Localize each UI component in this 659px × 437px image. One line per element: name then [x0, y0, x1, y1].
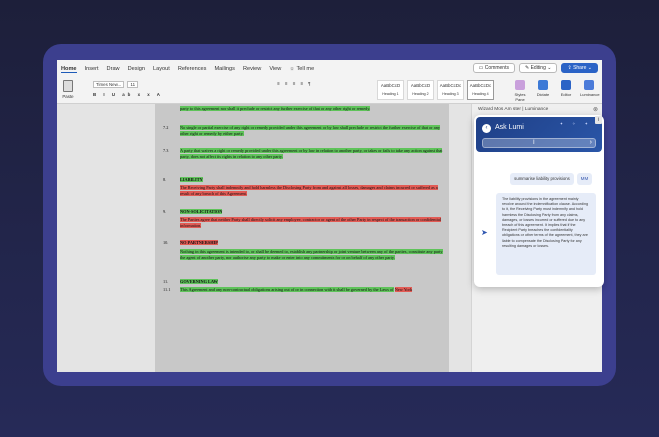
tab-insert[interactable]: Insert [85, 66, 99, 72]
document-area: party to this agreement nor shall it pre… [57, 104, 471, 372]
paste-button[interactable]: Paste [60, 80, 76, 99]
clause-text: No single or partial exercise of any rig… [180, 125, 443, 138]
menu-bar: Home Insert Draw Design Layout Reference… [57, 60, 602, 78]
clause-number: 7.2 [163, 125, 169, 130]
tab-design[interactable]: Design [128, 66, 145, 72]
clause-text: Nothing in this agreement is intended to… [180, 249, 443, 262]
tab-layout[interactable]: Layout [153, 66, 170, 72]
style-heading-1[interactable]: AaBbCcD Heading 1 [377, 80, 404, 100]
green-highlight: party to this agreement nor shall it pre… [180, 106, 371, 111]
pane-title: Wizard Mos Am ster | Luminance [478, 107, 549, 112]
lumi-bot-icon: ➤ [481, 228, 488, 237]
tab-view[interactable]: View [269, 66, 281, 72]
green-highlight: LIABILITY [180, 177, 203, 182]
sparkle-icon: ✦ ✧ ✦ [559, 121, 592, 126]
tab-references[interactable]: References [178, 66, 207, 72]
clause-number: 11.1 [163, 287, 171, 292]
green-highlight: This Agreement and any non-contractual o… [180, 287, 394, 292]
chat-title: Ask Lumi [495, 124, 524, 131]
user-message: summarise liability provisions [510, 173, 574, 185]
green-highlight: NON-SOLICITATION [180, 209, 223, 214]
microphone-icon [538, 80, 548, 90]
clause-text: GOVERNING LAW [180, 279, 443, 285]
green-highlight: GOVERNING LAW [180, 279, 218, 284]
green-highlight: Nothing in this agreement is intended to… [180, 249, 443, 261]
editor-button[interactable]: Editor [557, 80, 575, 102]
chevron-left-icon: ‹ [485, 125, 488, 131]
dictate-button[interactable]: Dictate [534, 80, 552, 102]
ask-lumi-card: ‹ Ask Lumi ✦ ✧ ✦ I › i summarise liabili… [474, 115, 604, 287]
lightbulb-icon: ☼ [289, 66, 295, 72]
tab-home[interactable]: Home [61, 66, 77, 73]
luminance-button[interactable]: Luminance [580, 80, 600, 102]
clause-text: The Receiving Party shall indemnify and … [180, 185, 443, 198]
chevron-down-icon: ⌄ [545, 65, 552, 71]
text-cursor-icon: I [533, 140, 535, 146]
document-page[interactable]: party to this agreement nor shall it pre… [155, 104, 449, 372]
red-highlight: NO PARTNERSHIP [180, 240, 218, 245]
ribbon: Paste Times New... 11 B I U ab x x A ≡ ≡… [57, 78, 602, 104]
back-button[interactable]: ‹ [482, 124, 491, 133]
red-highlight: New York [394, 287, 413, 292]
paragraph-group[interactable]: ≡ ≡ ≡ ≡ ¶ [277, 81, 313, 86]
styles-pane-icon [515, 80, 525, 90]
editing-button[interactable]: ✎ Editing ⌄ [518, 63, 558, 73]
tab-mailings[interactable]: Mailings [214, 66, 235, 72]
styles-pane-button[interactable]: Styles Pane [511, 80, 529, 102]
tab-draw[interactable]: Draw [107, 66, 120, 72]
green-highlight: A party that waives a right or remedy pr… [180, 148, 443, 160]
comments-button[interactable]: ▭ Comments [472, 63, 515, 73]
chevron-down-icon: ⌄ [586, 65, 592, 71]
bot-message: The liability provisions in the agreemen… [496, 193, 596, 275]
tools-group: Styles Pane Dictate Editor Luminance [511, 80, 600, 102]
clause-number: 10. [163, 240, 169, 245]
luminance-icon [584, 80, 594, 90]
red-highlight: The Parties agree that neither Party sha… [180, 217, 441, 229]
editor-icon [561, 80, 571, 90]
clause-text: party to this agreement nor shall it pre… [180, 106, 443, 112]
clipboard-icon [63, 80, 73, 92]
clause-text: This Agreement and any non-contractual o… [180, 287, 443, 293]
styles-gallery: AaBbCcD Heading 1 AaBbCcD Heading 2 AaBb… [377, 80, 494, 100]
font-name-select[interactable]: Times New... [93, 81, 125, 88]
font-size-select[interactable]: 11 [127, 81, 139, 88]
share-button[interactable]: ⇪ Share ⌄ [561, 63, 598, 73]
chat-header: ‹ Ask Lumi ✦ ✧ ✦ I › [476, 117, 602, 152]
clause-text: LIABILITY [180, 177, 443, 183]
style-heading-4[interactable]: AaBbCcDc Heading 4 [467, 80, 494, 100]
tell-me[interactable]: ☼ Tell me [289, 66, 314, 72]
clause-text: A party that waives a right or remedy pr… [180, 148, 443, 161]
clause-number: 8. [163, 177, 167, 182]
style-heading-3[interactable]: AaBbCcDc Heading 3 [437, 80, 464, 100]
avatar: MM [577, 173, 592, 185]
chat-input[interactable]: I › [482, 138, 596, 148]
format-buttons[interactable]: B I U ab x x A [93, 92, 163, 97]
red-highlight: The Receiving Party shall indemnify and … [180, 185, 438, 197]
green-highlight: No single or partial exercise of any rig… [180, 125, 440, 137]
clause-text: NON-SOLICITATION [180, 209, 443, 215]
tab-review[interactable]: Review [243, 66, 261, 72]
info-button[interactable]: i [595, 116, 602, 124]
clause-text: NO PARTNERSHIP [180, 240, 443, 246]
clause-number: 7.3 [163, 148, 169, 153]
clause-text: The Parties agree that neither Party sha… [180, 217, 443, 230]
font-group: Times New... 11 B I U ab x x A [93, 81, 163, 97]
style-heading-2[interactable]: AaBbCcD Heading 2 [407, 80, 434, 100]
clause-number: 11. [163, 279, 169, 284]
close-icon[interactable]: ⊗ [593, 106, 598, 113]
clause-number: 9. [163, 209, 167, 214]
send-chevron-icon[interactable]: › [590, 139, 592, 146]
